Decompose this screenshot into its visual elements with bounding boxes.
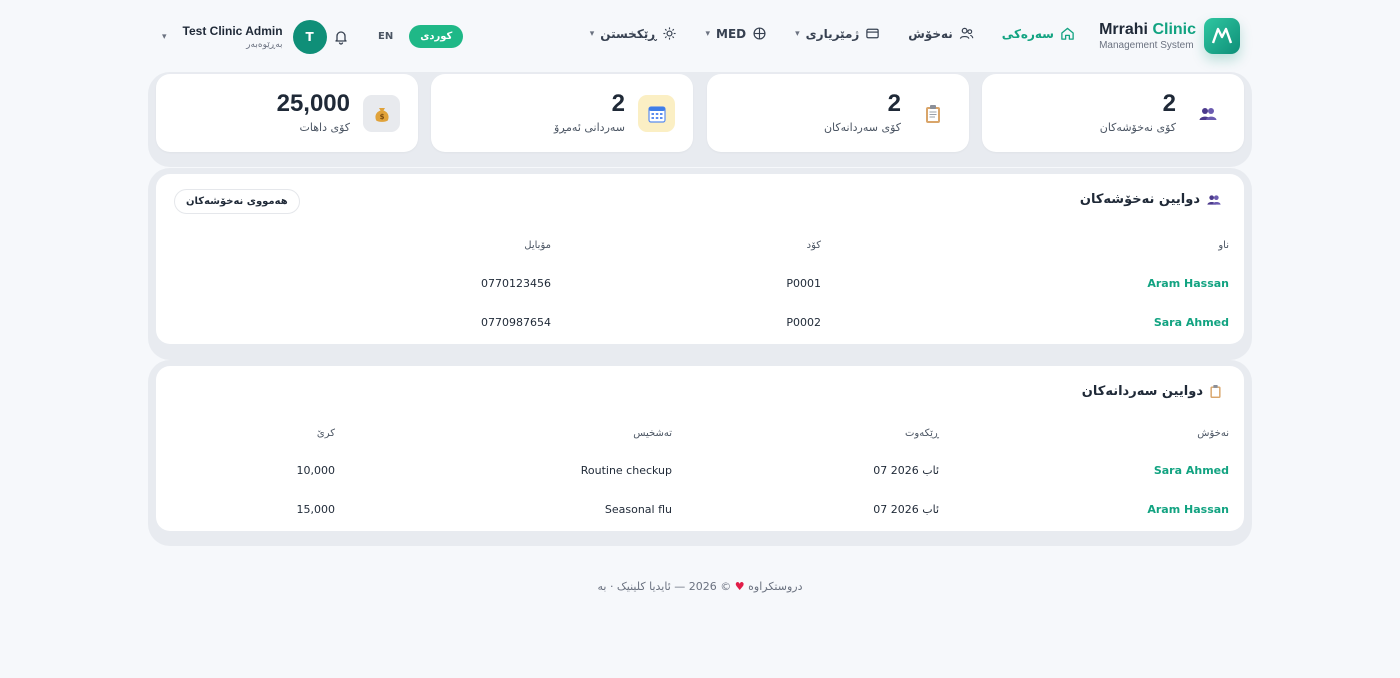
sun-settings-icon [663,27,677,40]
patient-mobile: 0770123456 [481,277,551,290]
visit-fee: 15,000 [296,503,336,516]
visit-date: 07 ئاب 2026 [873,464,939,477]
clipboard-icon [1210,385,1221,398]
users-icon [1189,95,1226,132]
recent-visits-title: دوایین سەردانەکان [1082,384,1222,399]
lang-ku-button[interactable]: كوردی [409,25,464,48]
lang-en-button[interactable]: EN [372,27,399,46]
top-header: Mrrahi Clinic Management System سەرەکی ن… [0,0,1400,72]
user-role: بەڕێوەبەر [246,40,283,50]
brand-subtitle: Management System [1099,40,1194,51]
recent-visits-panel: دوایین سەردانەکان نەخۆش ڕێکەوت تەشخیس کر… [156,366,1244,531]
nav-accounting-label: ژمێریاری [805,26,860,41]
column-header-name: ناو [1218,240,1229,251]
column-header-code: کۆد [806,240,821,251]
nav-home[interactable]: سەرەکی [1002,26,1075,41]
bell-icon[interactable] [333,29,349,45]
stat-value: 2 [1162,90,1176,117]
users-icon [1207,194,1221,205]
nav-settings-label: ڕێکخستن [600,26,657,41]
patient-code: P0002 [786,316,821,329]
patient-name-link[interactable]: Sara Ahmed [1154,316,1229,329]
chevron-down-icon: ▾ [162,32,167,42]
column-header-fee: کرێ [316,428,335,439]
all-patients-button[interactable]: هەمووی نەخۆشەکان [174,189,300,214]
user-menu[interactable]: ▾ Test Clinic Admin بەڕێوەبەر T [162,20,327,54]
stat-label: کۆی سەردانەکان [823,121,901,134]
nav-settings[interactable]: ڕێکخستن ▾ [590,26,678,41]
chevron-down-icon: ▾ [589,28,595,39]
visit-diagnosis: Routine checkup [580,464,672,477]
patient-code: P0001 [786,277,821,290]
globe-icon [753,27,766,40]
stat-label: کۆی نەخۆشەکان [1099,121,1176,134]
column-header-mobile: مۆبایل [524,240,551,251]
nav-home-label: سەرەکی [1001,26,1054,41]
column-header-diagnosis: تەشخیس [633,428,672,439]
visit-patient-link[interactable]: Sara Ahmed [1154,464,1229,477]
stat-value: 2 [611,90,625,117]
stat-card-visits: 2 کۆی سەردانەکان [707,74,969,152]
stat-card-today-visits: 2 سەردانی ئەمڕۆ [431,74,693,152]
brand-title: Mrrahi Clinic [1099,21,1196,38]
stat-value: 2 [887,90,901,117]
stat-label: کۆی داهات [299,121,351,134]
svg-text:$: $ [379,113,384,121]
nav-patients[interactable]: نەخۆش [908,26,974,41]
patient-mobile: 0770987654 [481,316,551,329]
visit-diagnosis: Seasonal flu [604,503,672,516]
nav-med[interactable]: MED ▾ [705,26,767,41]
main-nav: سەرەکی نەخۆش ژمێریاری ▾ MED ▾ ڕێکخستن ▾ [590,26,1075,41]
nav-accounting[interactable]: ژمێریاری ▾ [795,26,880,41]
nav-patients-label: نەخۆش [908,26,953,41]
home-icon [1061,27,1074,40]
patient-name-link[interactable]: Aram Hassan [1147,277,1229,290]
visit-fee: 10,000 [296,464,336,477]
money-bag-icon: $ [363,95,400,132]
language-switcher: EN كوردی [372,25,464,48]
footer: دروستکراوە ♥ © 2026 — ئایدیا کلینیک · بە [0,580,1400,593]
recent-patients-panel: دوایین نەخۆشەکان هەمووی نەخۆشەکان ناو کۆ… [156,174,1244,344]
footer-text-after: دروستکراوە [748,580,803,593]
visit-patient-link[interactable]: Aram Hassan [1147,503,1229,516]
calendar-icon [638,95,675,132]
user-name: Test Clinic Admin [182,24,283,38]
footer-text-before: © 2026 — ئایدیا کلینیک · بە [597,580,732,593]
stat-label: سەردانی ئەمڕۆ [554,121,625,134]
chevron-down-icon: ▾ [795,28,800,39]
card-icon [866,28,880,39]
chevron-down-icon: ▾ [705,28,711,39]
nav-med-label: MED [716,26,747,41]
avatar[interactable]: T [292,20,327,54]
brand[interactable]: Mrrahi Clinic Management System [1099,18,1240,54]
users-icon [959,27,974,39]
stat-card-patients: 2 کۆی نەخۆشەکان [982,74,1244,152]
clipboard-icon [914,95,951,132]
column-header-patient: نەخۆش [1197,428,1229,439]
stat-card-revenue: $ 25,000 کۆی داهات [156,74,418,152]
recent-patients-title: دوایین نەخۆشەکان [1080,192,1222,207]
stat-value: 25,000 [276,90,350,117]
heart-icon: ♥ [734,580,745,593]
visit-date: 07 ئاب 2026 [873,503,939,516]
column-header-date: ڕێکەوت [904,428,939,439]
clinic-logo [1204,18,1240,54]
